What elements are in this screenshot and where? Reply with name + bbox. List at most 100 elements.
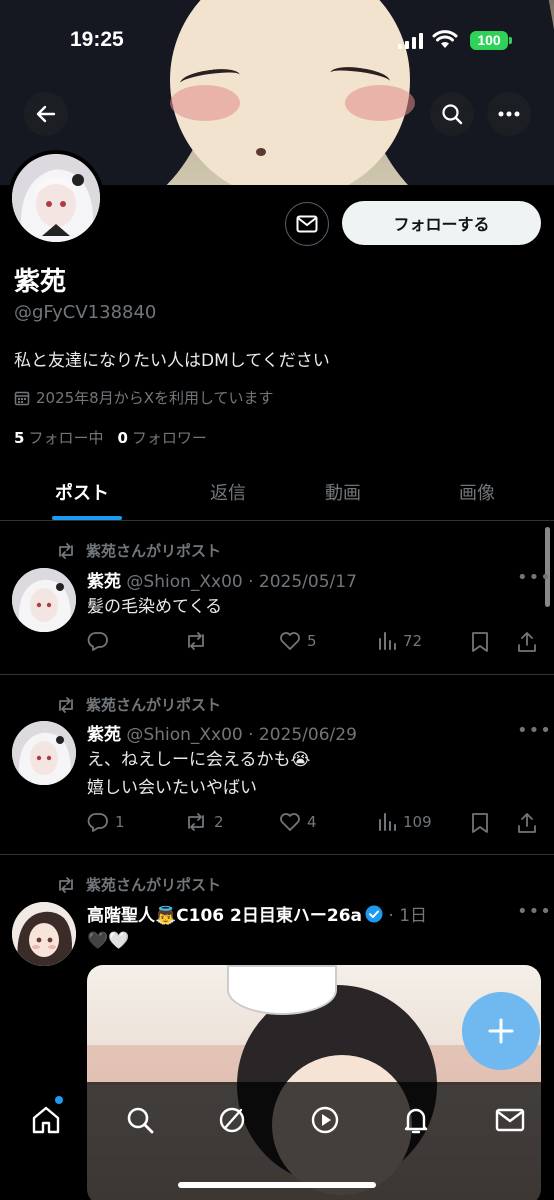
post-actions: 5 72: [87, 631, 542, 655]
grok-icon[interactable]: [216, 1104, 248, 1136]
post-text-line: 髪の毛染めてくる: [87, 597, 223, 617]
bookmark-icon: [472, 632, 488, 652]
repost-icon: [188, 813, 204, 831]
views-icon: [379, 813, 396, 831]
calendar-icon: [14, 391, 30, 405]
post-more-icon[interactable]: •••: [517, 567, 552, 588]
post-more-icon[interactable]: •••: [517, 720, 552, 741]
post-text-line: え、ねえしーに会えるかも😭: [87, 750, 311, 770]
repost-button[interactable]: [184, 631, 214, 651]
view-count: 109: [403, 813, 432, 831]
post-meta: @Shion_Xx00 · 2025/05/17: [121, 572, 357, 592]
profile-display-name: 紫苑: [14, 267, 67, 297]
joined-text: 2025年8月からXを利用しています: [36, 389, 274, 407]
home-icon[interactable]: [30, 1104, 62, 1136]
bookmark-button[interactable]: [471, 631, 489, 653]
repost-label: 紫苑さんがリポスト: [86, 876, 222, 894]
bookmark-icon: [472, 813, 488, 833]
post-header: 高階聖人👼C106 2日目東ハー26a · 1日: [87, 901, 427, 926]
post-item[interactable]: 紫苑さんがリポスト 紫苑 @Shion_Xx00 · 2025/06/29 ••…: [0, 675, 554, 855]
bookmark-button[interactable]: [471, 812, 489, 834]
post-actions: 1 2 4 109: [87, 812, 542, 836]
like-count: 5: [307, 632, 317, 650]
post-text: え、ねえしーに会えるかも😭 嬉しい会いたいやばい: [87, 746, 310, 802]
avatar-image: [12, 154, 100, 242]
follow-button[interactable]: フォローする: [342, 201, 541, 245]
reply-button[interactable]: 1: [87, 812, 125, 832]
followers-label: フォロワー: [131, 429, 207, 447]
views-icon: [379, 632, 396, 650]
share-button[interactable]: [517, 631, 537, 653]
profile-bio: 私と友達になりたい人はDMしてください: [14, 351, 330, 371]
search-button[interactable]: [430, 92, 474, 136]
followers-link[interactable]: 0 フォロワー: [117, 429, 206, 447]
bell-icon[interactable]: [400, 1104, 432, 1136]
views-button[interactable]: 72: [377, 631, 422, 651]
profile-handle: @gFyCV138840: [14, 302, 157, 323]
tab-posts[interactable]: ポスト: [55, 479, 109, 505]
banner-mouth: [256, 148, 266, 156]
avatar-image: [12, 568, 76, 632]
following-link[interactable]: 5 フォロー中: [14, 429, 103, 447]
post-author-name[interactable]: 紫苑: [87, 725, 121, 745]
repost-indicator: 紫苑さんがリポスト: [56, 874, 221, 895]
tab-videos[interactable]: 動画: [325, 479, 361, 505]
post-meta: @Shion_Xx00 · 2025/06/29: [121, 725, 357, 745]
video-icon[interactable]: [309, 1104, 341, 1136]
avatar-image: [12, 902, 76, 966]
search-icon[interactable]: [124, 1104, 156, 1136]
repost-icon: [188, 632, 204, 650]
home-indicator[interactable]: [178, 1182, 376, 1188]
view-count: 72: [403, 632, 423, 650]
notification-dot: [55, 1096, 63, 1104]
heart-icon: [280, 813, 300, 831]
status-time: 19:25: [70, 28, 124, 51]
repost-button[interactable]: 2: [184, 812, 224, 832]
back-button[interactable]: [24, 92, 68, 136]
repost-label: 紫苑さんがリポスト: [86, 696, 222, 714]
post-text: 髪の毛染めてくる: [87, 593, 222, 621]
profile-tabs: ポスト 返信 動画 画像: [0, 465, 554, 521]
tab-images[interactable]: 画像: [459, 479, 495, 505]
share-button[interactable]: [517, 812, 537, 834]
repost-label: 紫苑さんがリポスト: [86, 542, 222, 560]
post-avatar[interactable]: [12, 568, 76, 632]
views-button[interactable]: 109: [377, 812, 432, 832]
battery-indicator: 100: [470, 31, 512, 50]
verified-badge-icon: [365, 905, 383, 923]
like-button[interactable]: 4: [279, 812, 317, 832]
tab-replies[interactable]: 返信: [210, 479, 246, 505]
post-avatar[interactable]: [12, 902, 76, 966]
like-count: 4: [307, 813, 317, 831]
post-item[interactable]: 紫苑さんがリポスト 紫苑 @Shion_Xx00 · 2025/05/17 ••…: [0, 521, 554, 675]
share-icon: [518, 813, 536, 833]
following-label: フォロー中: [28, 429, 104, 447]
repost-count: 2: [214, 813, 224, 831]
like-button[interactable]: 5: [279, 631, 317, 651]
post-author-name[interactable]: 紫苑: [87, 572, 121, 592]
envelope-icon[interactable]: [494, 1104, 526, 1136]
joined-date: 2025年8月からXを利用しています: [14, 387, 274, 408]
repost-indicator: 紫苑さんがリポスト: [56, 694, 221, 715]
reply-count: 1: [115, 813, 125, 831]
envelope-icon: [296, 215, 318, 233]
profile-avatar[interactable]: [8, 150, 104, 246]
avatar-image: [12, 721, 76, 785]
share-icon: [518, 632, 536, 652]
post-avatar[interactable]: [12, 721, 76, 785]
post-author-name[interactable]: 高階聖人👼C106 2日目東ハー26a: [87, 906, 362, 926]
banner-blush: [345, 85, 415, 121]
reply-button[interactable]: [87, 631, 115, 651]
plus-icon: [488, 1018, 514, 1044]
compose-button[interactable]: [462, 992, 540, 1070]
post-meta: · 1日: [383, 906, 428, 926]
more-icon: [498, 111, 520, 117]
reply-icon: [87, 632, 108, 651]
post-more-icon[interactable]: •••: [517, 901, 552, 922]
more-button[interactable]: [487, 92, 531, 136]
repost-icon: [59, 876, 73, 893]
repost-icon: [59, 696, 73, 713]
message-button[interactable]: [285, 202, 329, 246]
following-count: 5: [14, 429, 25, 447]
search-icon: [442, 104, 463, 125]
